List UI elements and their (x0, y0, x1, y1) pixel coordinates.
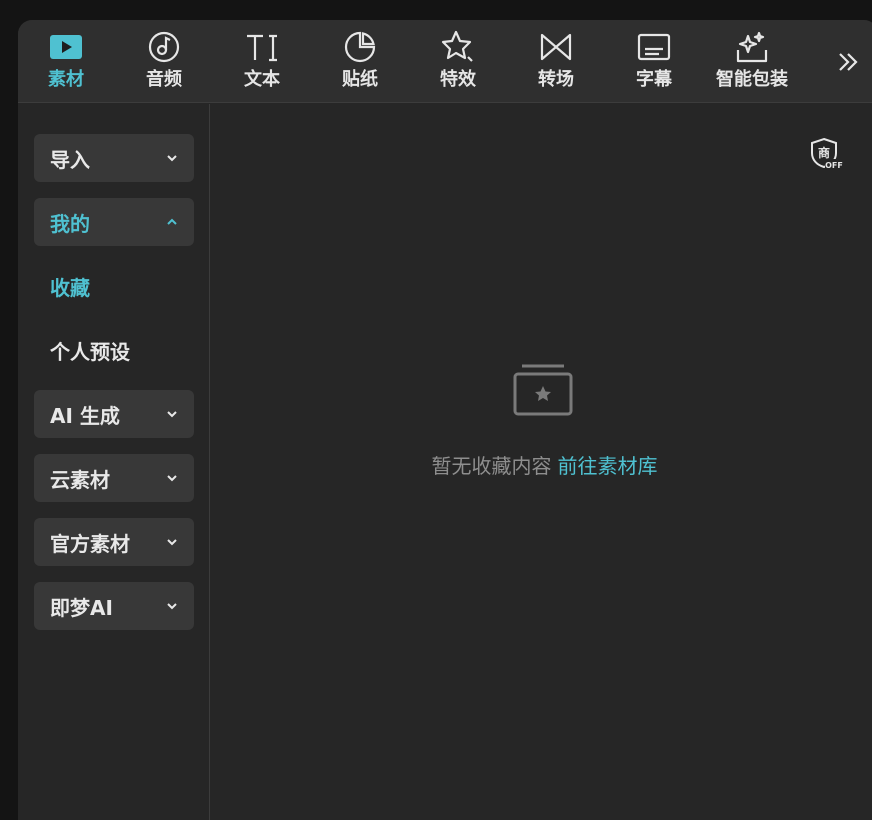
effects-star-icon (441, 30, 475, 64)
chevron-down-icon (166, 410, 178, 418)
tab-subtitle-label: 字幕 (636, 69, 672, 90)
tab-text-label: 文本 (244, 69, 280, 90)
media-play-icon (49, 30, 83, 64)
tab-subtitle[interactable]: 字幕 (606, 20, 702, 103)
commercial-shield-icon: 商 OFF (811, 137, 843, 170)
top-toolbar: 素材 音频 文本 贴纸 特效 转场 字幕 智能包装 (18, 20, 872, 103)
sidebar-item-label: 官方素材 (50, 531, 130, 556)
tab-effects-label: 特效 (440, 69, 476, 90)
go-to-library-link[interactable]: 前往素材库 (558, 454, 658, 478)
tab-smart-package-label: 智能包装 (716, 69, 788, 90)
sidebar-item-mine[interactable]: 我的 (34, 198, 194, 246)
tab-transition[interactable]: 转场 (508, 20, 604, 103)
tab-audio[interactable]: 音频 (116, 20, 212, 103)
sidebar-item-label: 收藏 (50, 275, 90, 300)
chevron-up-icon (166, 218, 178, 226)
sidebar-item-label: 云素材 (50, 467, 110, 492)
chevron-down-icon (166, 538, 178, 546)
empty-state-message: 暂无收藏内容 前往素材库 (211, 450, 872, 479)
sidebar-item-official-media[interactable]: 官方素材 (34, 518, 194, 566)
tab-transition-label: 转场 (538, 69, 574, 90)
sidebar-item-favorites[interactable]: 收藏 (34, 262, 194, 310)
sidebar-item-cloud-media[interactable]: 云素材 (34, 454, 194, 502)
sidebar-item-ai-generate[interactable]: AI 生成 (34, 390, 194, 438)
media-panel: 素材 音频 文本 贴纸 特效 转场 字幕 智能包装 导入 我的 收藏 个人预设 … (18, 20, 872, 820)
sidebar-item-label: AI 生成 (50, 403, 120, 428)
tab-sticker-label: 贴纸 (342, 69, 378, 90)
sidebar-item-label: 即梦AI (50, 595, 113, 620)
content-area: 商 OFF 暂无收藏内容 前往素材库 (211, 104, 872, 820)
sidebar-item-label: 导入 (50, 147, 90, 172)
text-icon (245, 30, 279, 64)
chevron-down-icon (166, 154, 178, 162)
transition-icon (539, 30, 573, 64)
sidebar-item-personal-presets[interactable]: 个人预设 (34, 326, 194, 374)
commercial-badge-text: 商 (818, 145, 830, 160)
chevron-down-icon (166, 474, 178, 482)
sidebar-item-label: 个人预设 (50, 339, 130, 364)
subtitle-icon (637, 30, 671, 64)
tab-sticker[interactable]: 贴纸 (312, 20, 408, 103)
smart-package-icon (735, 30, 769, 64)
tab-smart-package[interactable]: 智能包装 (704, 20, 800, 103)
sidebar: 导入 我的 收藏 个人预设 AI 生成 云素材 官方素材 即梦AI (18, 104, 210, 820)
tab-audio-label: 音频 (146, 69, 182, 90)
sidebar-item-label: 我的 (50, 211, 90, 236)
commercial-badge-state: OFF (825, 161, 843, 170)
sticker-icon (343, 30, 377, 64)
tab-text[interactable]: 文本 (214, 20, 310, 103)
tab-effects[interactable]: 特效 (410, 20, 506, 103)
tab-media[interactable]: 素材 (18, 20, 114, 103)
tab-media-label: 素材 (48, 69, 84, 90)
music-note-icon (147, 30, 181, 64)
more-tabs-button[interactable] (828, 48, 868, 76)
double-chevron-right-icon (839, 53, 858, 71)
sidebar-item-jimeng-ai[interactable]: 即梦AI (34, 582, 194, 630)
empty-message-text: 暂无收藏内容 (431, 454, 552, 478)
sidebar-item-import[interactable]: 导入 (34, 134, 194, 182)
chevron-down-icon (166, 602, 178, 610)
empty-favorites-icon (511, 362, 575, 418)
commercial-filter-toggle[interactable]: 商 OFF (809, 137, 843, 171)
